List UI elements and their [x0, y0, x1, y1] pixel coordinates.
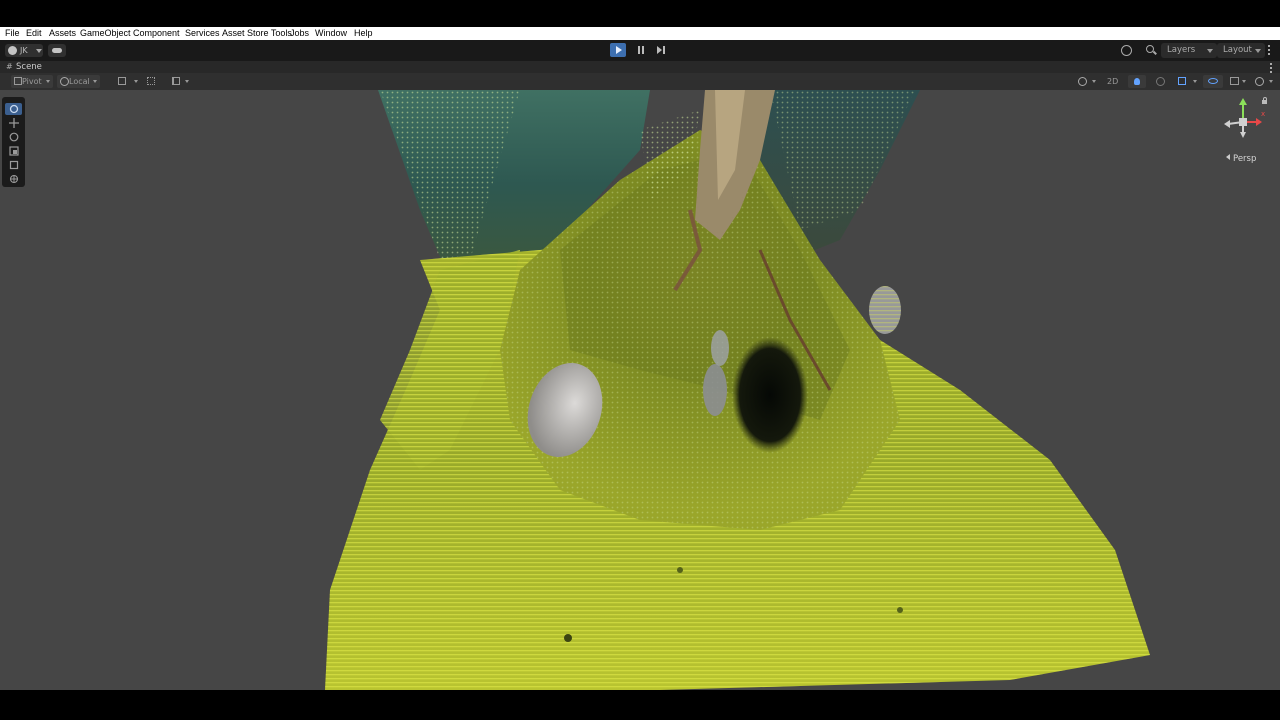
local-dropdown[interactable]: Local [57, 75, 100, 88]
chevron-down-icon [1242, 80, 1246, 83]
align-icon [172, 77, 180, 85]
chevron-down-icon [185, 80, 189, 83]
chevron-down-icon [36, 49, 42, 53]
perspective-icon [1226, 154, 1230, 160]
increment-snap-icon [147, 77, 155, 85]
chevron-down-icon [1269, 80, 1273, 83]
search-icon[interactable] [1146, 45, 1154, 53]
step-icon [657, 46, 662, 54]
pause-icon [638, 46, 644, 54]
play-button[interactable] [610, 43, 626, 57]
chevron-down-icon [1092, 80, 1096, 83]
scene-tab-bar: # Scene [0, 61, 1280, 73]
scale-tool-button[interactable] [5, 145, 22, 157]
menu-jobs[interactable]: Jobs [290, 27, 309, 40]
projection-toggle[interactable]: Persp [1226, 154, 1256, 164]
tool-palette [2, 97, 25, 187]
gizmos-dropdown[interactable] [1252, 75, 1276, 88]
lighting-toggle[interactable] [1128, 75, 1146, 88]
transform-tool-button[interactable] [5, 173, 22, 185]
main-toolbar: JK Layers Layout [0, 40, 1280, 61]
cloud-icon [52, 48, 62, 53]
menu-window[interactable]: Window [315, 27, 347, 40]
menu-help[interactable]: Help [354, 27, 373, 40]
layers-dropdown[interactable]: Layers [1161, 43, 1217, 58]
cloud-button[interactable] [48, 44, 66, 57]
shading-icon [1078, 77, 1087, 86]
rotate-tool-button[interactable] [5, 131, 22, 143]
menu-component[interactable]: Component [133, 27, 180, 40]
mode-2d-label: 2D [1107, 77, 1119, 86]
local-icon [60, 77, 69, 86]
menu-edit[interactable]: Edit [26, 27, 42, 40]
move-tool-button[interactable] [5, 117, 22, 129]
step-button[interactable] [653, 43, 669, 57]
pivot-dropdown[interactable]: Pivot [11, 75, 53, 88]
grid-snap-icon [118, 77, 126, 85]
draw-mode-dropdown[interactable] [1075, 75, 1099, 88]
scene-viewport[interactable]: x Persp [0, 90, 1280, 690]
move-icon [9, 118, 19, 128]
hand-icon [9, 104, 19, 114]
increment-snapping-button[interactable] [143, 75, 167, 88]
bottom-letterbox [0, 690, 1280, 720]
grid-icon: # [6, 62, 13, 71]
point-cloud-render [325, 90, 1150, 690]
axis-gizmo-icon: x [1224, 98, 1265, 138]
local-label: Local [69, 77, 90, 86]
chevron-down-icon [134, 80, 138, 83]
step-icon-bar [663, 46, 665, 54]
play-icon [616, 46, 622, 54]
tab-scene[interactable]: Scene [16, 61, 42, 73]
rotate-icon [9, 132, 19, 142]
toggle-2d-button[interactable]: 2D [1103, 75, 1123, 88]
chevron-down-icon [1207, 49, 1213, 53]
menu-assets[interactable]: Assets [49, 27, 76, 40]
eye-icon [1208, 78, 1218, 84]
audio-icon [1156, 77, 1165, 86]
chevron-down-icon [93, 80, 97, 83]
menu-file[interactable]: File [5, 27, 20, 40]
account-dropdown[interactable]: JK [5, 44, 43, 57]
view-tool-button[interactable] [5, 103, 22, 115]
account-icon [8, 46, 17, 55]
menu-services[interactable]: Services [185, 27, 220, 40]
history-icon[interactable] [1121, 45, 1132, 56]
menu-bar: File Edit Assets GameObject Component Se… [0, 27, 1280, 40]
tab-menu-icon[interactable] [1270, 63, 1272, 65]
account-label: JK [20, 46, 28, 55]
layout-label: Layout [1223, 45, 1252, 55]
projection-label: Persp [1233, 154, 1257, 164]
menu-gameobject[interactable]: GameObject [80, 27, 131, 40]
x-axis-label: x [1261, 110, 1265, 118]
effects-dropdown[interactable] [1174, 75, 1200, 88]
menu-asset-store-tools[interactable]: Asset Store Tools [222, 27, 292, 40]
rect-tool-button[interactable] [5, 159, 22, 171]
layout-dropdown[interactable]: Layout [1217, 43, 1265, 58]
audio-toggle[interactable] [1153, 75, 1169, 88]
orientation-gizmo[interactable]: x [1218, 96, 1274, 148]
camera-icon [1230, 77, 1239, 85]
layers-label: Layers [1167, 45, 1196, 55]
grid-snapping-button[interactable] [113, 75, 141, 88]
chevron-down-icon [1255, 49, 1261, 53]
light-bulb-icon [1134, 78, 1140, 85]
chevron-down-icon [1193, 80, 1197, 83]
chevron-down-icon [46, 80, 50, 83]
pause-button[interactable] [633, 43, 649, 57]
gizmos-icon [1255, 77, 1264, 86]
scale-icon [9, 146, 19, 156]
pivot-icon [14, 77, 22, 85]
camera-dropdown[interactable] [1227, 75, 1249, 88]
effects-icon [1178, 77, 1186, 85]
transform-icon [9, 174, 19, 184]
visibility-toggle[interactable] [1203, 75, 1223, 88]
pivot-label: Pivot [22, 77, 42, 86]
rect-transform-icon [9, 160, 19, 170]
align-button[interactable] [168, 75, 192, 88]
scene-toolbar: Pivot Local 2D [0, 73, 1280, 90]
more-options-icon[interactable] [1268, 45, 1270, 47]
